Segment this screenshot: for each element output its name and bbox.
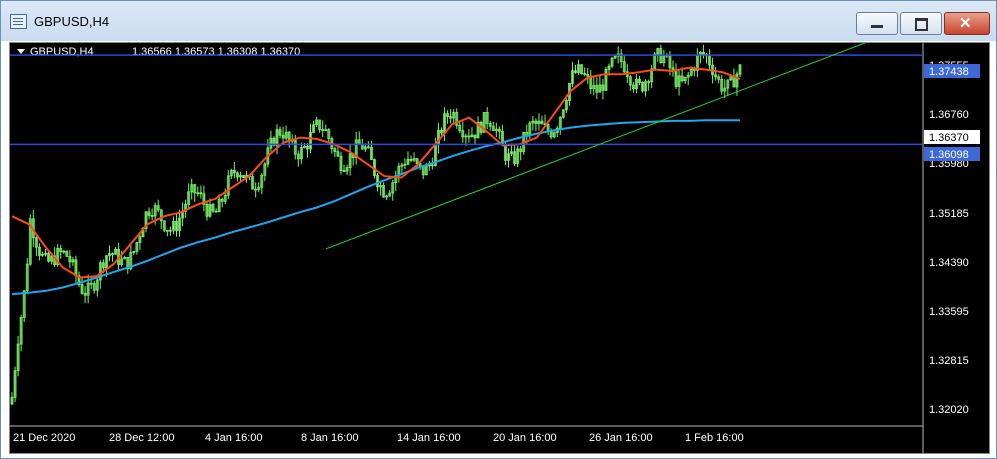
x-tick: 28 Dec 12:00 <box>109 432 174 444</box>
x-tick: 21 Dec 2020 <box>13 432 75 444</box>
ohlc-readout: 1.36566 1.36573 1.36308 1.36370 <box>132 46 300 58</box>
x-tick: 4 Jan 16:00 <box>205 432 263 444</box>
y-tick: 1.34390 <box>929 257 969 269</box>
candlestick-series <box>10 44 742 406</box>
x-tick: 26 Jan 16:00 <box>589 432 653 444</box>
price-chart[interactable]: GBPUSD,H4 1.36566 1.36573 1.36308 1.3637… <box>10 43 989 453</box>
y-tick: 1.36760 <box>929 109 969 121</box>
minimize-button[interactable] <box>856 12 898 35</box>
current-price-label: 1.36370 <box>929 132 969 144</box>
fast-moving-average-line <box>11 66 741 279</box>
y-tick: 1.32815 <box>929 355 969 367</box>
slow-moving-average-line <box>11 119 740 296</box>
window-title: GBPUSD,H4 <box>34 14 110 29</box>
y-tick: 1.35185 <box>929 208 969 220</box>
chart-canvas[interactable]: GBPUSD,H4 1.36566 1.36573 1.36308 1.3637… <box>9 42 990 454</box>
y-tick: 1.32020 <box>929 404 969 416</box>
x-tick: 20 Jan 16:00 <box>493 432 557 444</box>
resistance-price-label: 1.37438 <box>929 66 969 78</box>
chart-window-icon <box>10 14 27 29</box>
chart-menu-triangle-icon[interactable] <box>17 49 25 54</box>
chart-window: GBPUSD,H4 GBPUSD,H4 1.36566 1.36573 1.36… <box>0 0 997 459</box>
trendline <box>325 43 867 250</box>
x-tick: 8 Jan 16:00 <box>301 432 359 444</box>
window-titlebar[interactable]: GBPUSD,H4 <box>1 1 996 41</box>
y-axis-ticks: 1.37555 1.36760 1.35980 1.35185 1.34390 … <box>929 60 969 416</box>
maximize-button[interactable] <box>900 12 942 35</box>
y-tick: 1.33595 <box>929 306 969 318</box>
close-button[interactable] <box>944 12 990 35</box>
symbol-label: GBPUSD,H4 <box>30 46 94 58</box>
x-axis-ticks: 21 Dec 2020 28 Dec 12:00 4 Jan 16:00 8 J… <box>13 432 744 444</box>
x-tick: 1 Feb 16:00 <box>685 432 744 444</box>
x-tick: 14 Jan 16:00 <box>397 432 461 444</box>
support-price-label: 1.36098 <box>929 149 969 161</box>
